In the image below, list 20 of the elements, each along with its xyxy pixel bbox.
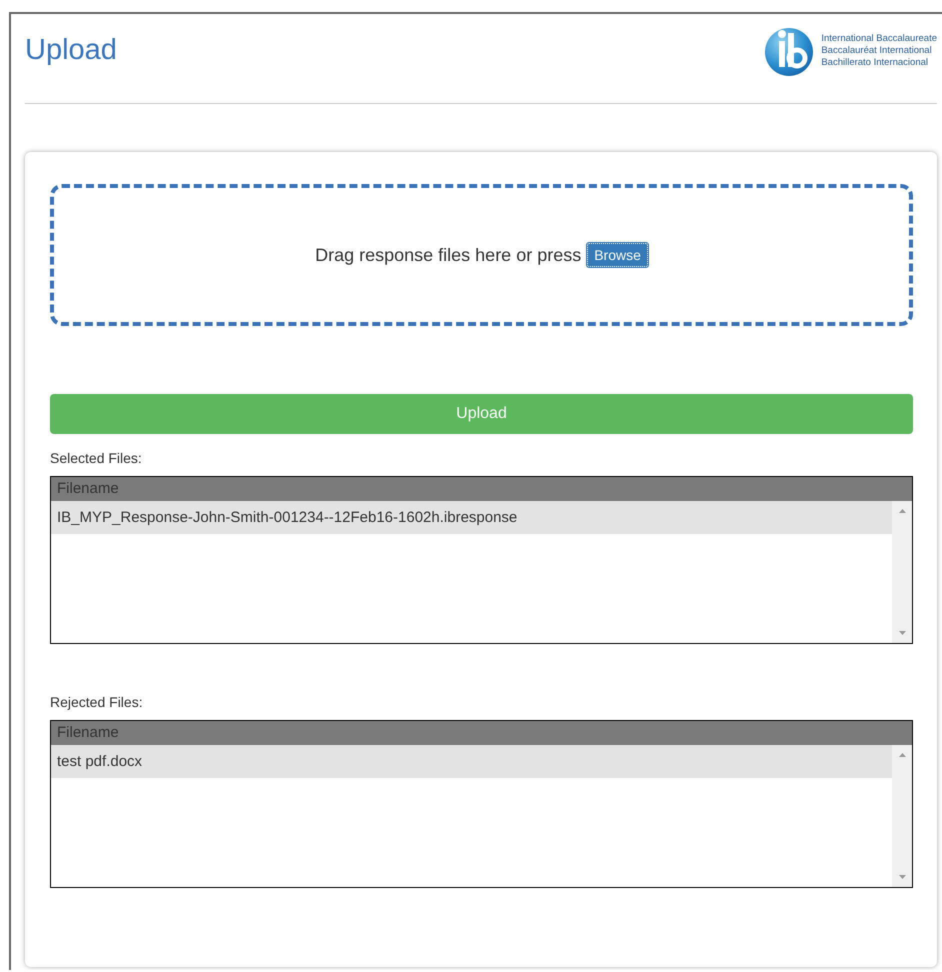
drop-zone-text: Drag response files here or press: [315, 244, 582, 266]
list-label: Selected Files:: [50, 450, 143, 466]
browse-button[interactable]: Browse: [587, 243, 648, 267]
file-row[interactable]: IB_MYP_Response-John-Smith-001234--12Feb16-1602h.ibresponse: [51, 501, 892, 534]
logo-text: Baccalauréat International: [821, 45, 933, 57]
column-header: Filename: [51, 477, 912, 501]
drop-zone[interactable]: Drag response files here or press Browse: [50, 184, 913, 326]
column-header: Filename: [51, 721, 912, 745]
file-row[interactable]: test pdf.docx: [51, 745, 892, 778]
scrollbar[interactable]: [892, 745, 912, 887]
logo-text: International Baccalaureate: [821, 33, 937, 45]
scroll-down-icon[interactable]: [898, 631, 906, 635]
logo-icon: [763, 25, 816, 77]
scrollbar[interactable]: [892, 501, 912, 643]
page-title: Upload: [25, 34, 117, 67]
scroll-up-icon[interactable]: [898, 509, 906, 513]
logo-text: Bachillerato Internacional: [821, 57, 930, 69]
scroll-down-icon[interactable]: [898, 875, 906, 879]
scroll-up-icon[interactable]: [898, 753, 906, 757]
list-label: Rejected Files:: [50, 694, 144, 710]
